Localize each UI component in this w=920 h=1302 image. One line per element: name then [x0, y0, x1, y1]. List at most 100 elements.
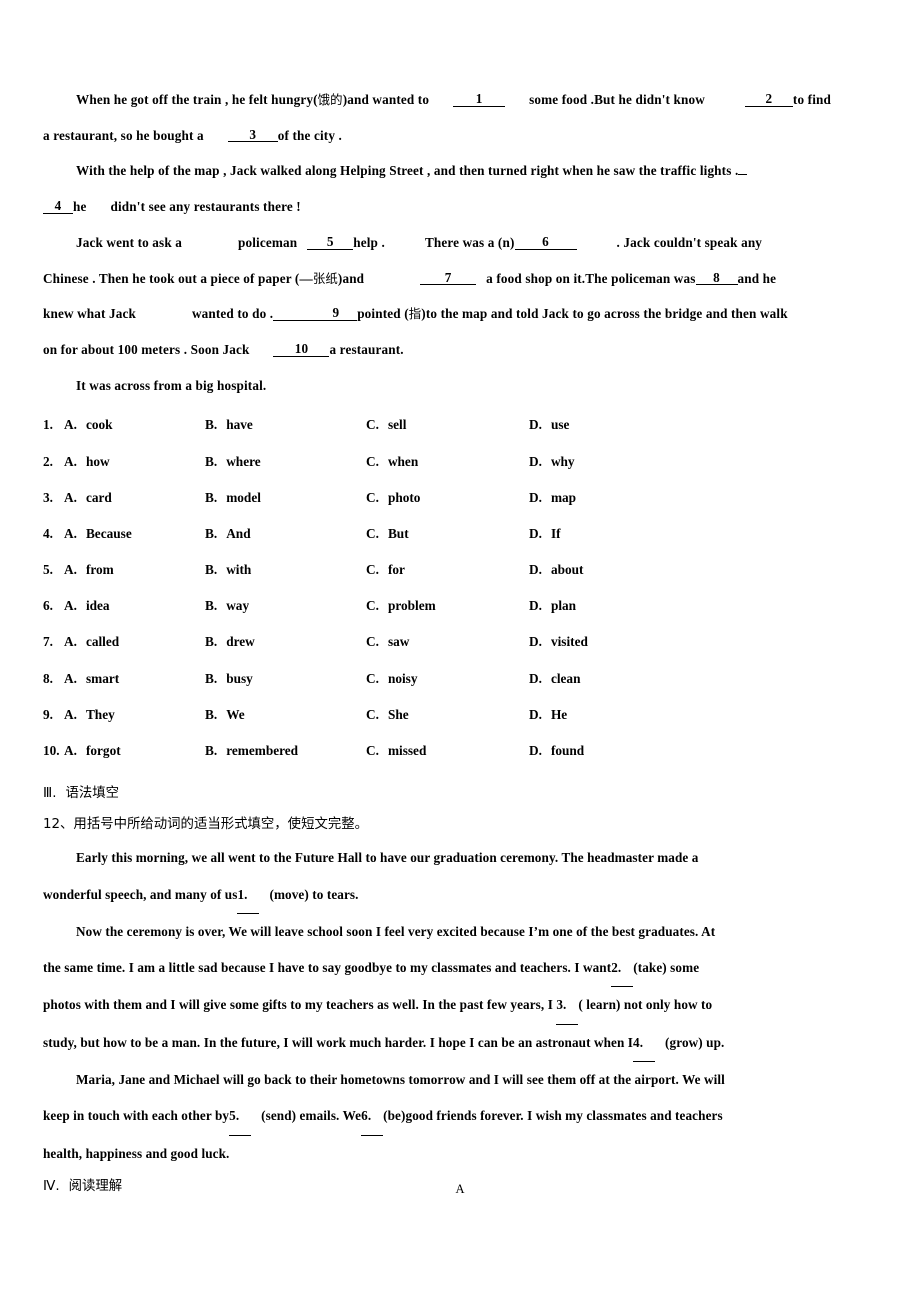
answer-option[interactable]: A. smart	[64, 671, 119, 687]
option-letter: D.	[529, 670, 542, 686]
answer-option[interactable]: C. sell	[366, 417, 406, 433]
option-letter: C.	[366, 634, 379, 650]
answer-option[interactable]: D. about	[529, 562, 583, 578]
text-run: a restaurant, so he bought a	[43, 127, 204, 143]
option-text: from	[85, 562, 114, 578]
answer-option[interactable]: B. remembered	[205, 743, 298, 759]
option-text: They	[85, 706, 115, 722]
answer-blank[interactable]: 10	[273, 342, 330, 357]
question-row: 3. A. card B. model C. photo D. map	[43, 490, 875, 526]
passage-line: Maria, Jane and Michael will go back to …	[43, 1062, 875, 1098]
answer-option[interactable]: A. They	[64, 707, 115, 723]
answer-blank[interactable]: 7	[420, 270, 477, 286]
question-row: 5. A. from B. with C. for D. about	[43, 562, 875, 598]
text-run: to find	[792, 92, 831, 107]
answer-option[interactable]: D. plan	[529, 598, 576, 614]
answer-option[interactable]: D. map	[529, 490, 576, 506]
answer-blank[interactable]: 4	[43, 199, 73, 214]
answer-option[interactable]: D. use	[529, 417, 569, 433]
answer-blank[interactable]: 2	[744, 92, 793, 107]
text-run: Chinese . Then he took out a piece of pa…	[43, 270, 313, 286]
option-letter: A.	[64, 417, 77, 433]
option-text: plan	[550, 598, 577, 614]
passage-line: It was across from a big hospital.	[43, 368, 875, 404]
answer-blank[interactable]: 5.	[229, 1098, 252, 1136]
answer-option[interactable]: A. idea	[64, 598, 110, 614]
answer-option[interactable]: C. She	[366, 707, 409, 723]
option-letter: D.	[529, 562, 542, 578]
answer-option[interactable]: C. for	[366, 562, 405, 578]
answer-option[interactable]: C. But	[366, 526, 409, 542]
answer-option[interactable]: B. with	[205, 562, 251, 578]
answer-option[interactable]: B. model	[205, 490, 261, 506]
answer-blank[interactable]: 1.	[237, 877, 260, 914]
answer-option[interactable]: B. drew	[205, 634, 255, 650]
answer-option[interactable]: C. when	[366, 454, 418, 470]
answer-blank[interactable]: 3	[227, 127, 278, 143]
option-text: And	[226, 525, 251, 541]
answer-option[interactable]: C. saw	[366, 634, 409, 650]
exam-page: When he got off the train , he felt hung…	[0, 0, 920, 1302]
answer-blank[interactable]: 8	[695, 270, 738, 286]
answer-option[interactable]: C. problem	[366, 598, 436, 614]
text-run: (send) emails. We	[261, 1108, 362, 1124]
answer-option[interactable]: A. forgot	[64, 743, 121, 759]
answer-option[interactable]: D. visited	[529, 634, 588, 650]
answer-option[interactable]: B. busy	[205, 671, 253, 687]
chinese-gloss: 张纸	[312, 270, 338, 286]
answer-blank[interactable]: 1	[453, 92, 506, 107]
answer-blank[interactable]: 3.	[556, 987, 579, 1025]
answer-option[interactable]: D. He	[529, 707, 567, 723]
option-text: We	[226, 706, 245, 722]
answer-option[interactable]: B. way	[205, 598, 249, 614]
option-letter: D.	[529, 525, 542, 541]
answer-blank[interactable]: 9	[273, 306, 358, 321]
option-text: He	[550, 706, 568, 722]
text-run: keep in touch with each other by	[43, 1108, 230, 1124]
answer-option[interactable]: A. from	[64, 562, 114, 578]
answer-blank[interactable]: 6	[514, 235, 577, 250]
answer-option[interactable]: B. And	[205, 526, 251, 542]
answer-option[interactable]: C. photo	[366, 490, 420, 506]
answer-blank[interactable]: 5	[307, 235, 354, 250]
answer-blank[interactable]: 2.	[611, 950, 634, 988]
answer-option[interactable]: C. noisy	[366, 671, 418, 687]
answer-option[interactable]: A. how	[64, 454, 110, 470]
answer-option[interactable]: D. If	[529, 526, 561, 542]
section-heading-grammar: Ⅲ. 语法填空	[43, 779, 875, 809]
answer-option[interactable]: D. found	[529, 743, 584, 759]
option-letter: C.	[366, 489, 379, 505]
option-letter: C.	[366, 706, 379, 722]
option-letter: A.	[64, 453, 77, 469]
answer-blank[interactable]: 4.	[633, 1025, 656, 1062]
option-letter: A.	[64, 562, 77, 578]
section-roman-numeral: Ⅲ.	[43, 786, 57, 802]
text-run: he	[73, 199, 87, 215]
answer-option[interactable]: D. clean	[529, 671, 580, 687]
answer-option[interactable]: B. We	[205, 707, 245, 723]
text-run: )to the map and told Jack to go across t…	[421, 306, 788, 322]
answer-option[interactable]: D. why	[529, 454, 575, 470]
answer-blank[interactable]: 6.	[361, 1098, 384, 1136]
question-row: 4. A. Because B. And C. But D. If	[43, 526, 875, 562]
option-letter: B.	[205, 634, 218, 650]
option-letter: A.	[64, 706, 77, 722]
passage-line: keep in touch with each other by5. (send)…	[43, 1098, 875, 1136]
option-letter: C.	[366, 562, 379, 578]
option-letter: D.	[529, 453, 542, 469]
text-run: knew what Jack	[43, 306, 136, 322]
answer-option[interactable]: B. have	[205, 417, 253, 433]
answer-option[interactable]: A. card	[64, 490, 112, 506]
answer-option[interactable]: B. where	[205, 454, 261, 470]
chinese-gloss: 指	[408, 306, 422, 322]
answer-blank[interactable]	[738, 174, 748, 176]
option-letter: A.	[64, 525, 77, 541]
answer-option[interactable]: A. cook	[64, 417, 113, 433]
text-run: pointed (	[357, 306, 409, 322]
answer-option[interactable]: A. called	[64, 634, 119, 650]
answer-option[interactable]: A. Because	[64, 526, 132, 542]
option-text: why	[550, 453, 575, 469]
option-letter: C.	[366, 417, 379, 433]
answer-option[interactable]: C. missed	[366, 743, 426, 759]
option-text: visited	[550, 634, 588, 650]
